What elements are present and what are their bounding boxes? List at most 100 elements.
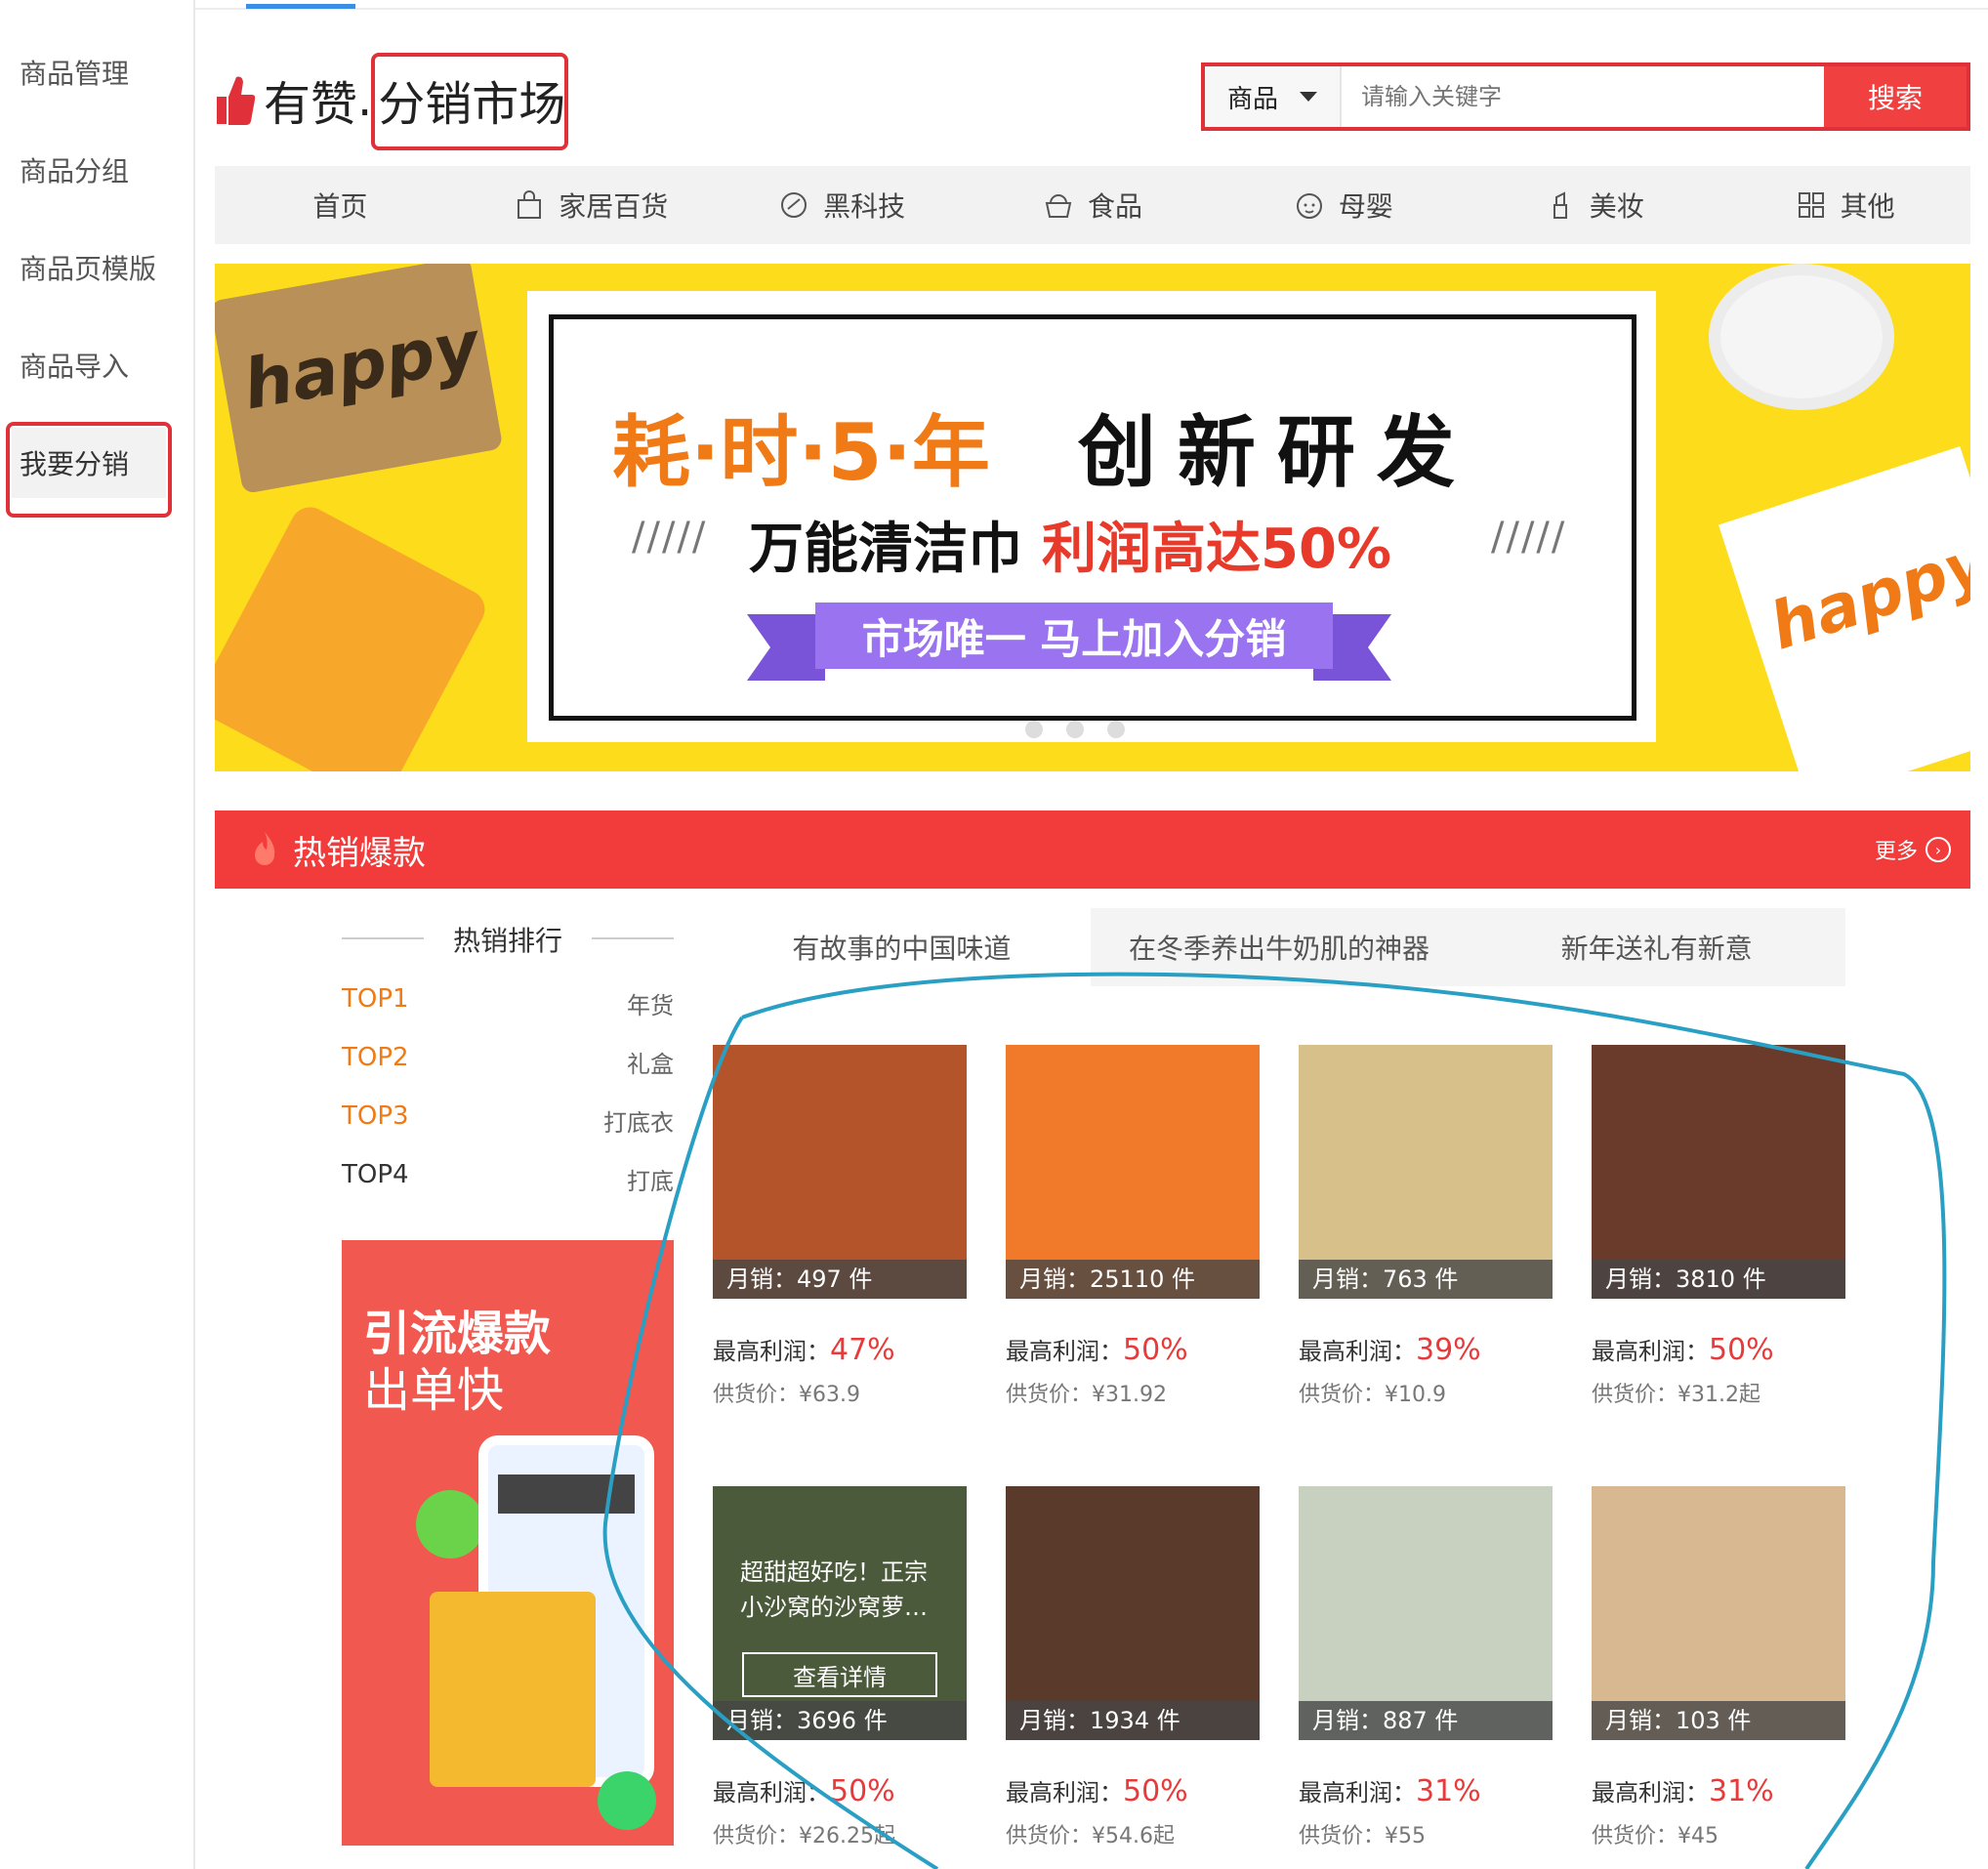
banner-slash-left: ///// [632, 515, 708, 560]
banner-product-name: 万能清洁巾 [749, 518, 1022, 581]
max-profit: 最高利润：50% [1006, 1332, 1260, 1367]
ranking-row[interactable]: TOP4 打底 [342, 1160, 674, 1195]
plate-image [1709, 264, 1894, 410]
ranking-category: 打底衣 [603, 1109, 674, 1137]
promo-banner[interactable]: happy happy 耗·时·5·年 创新研发 ///// 万能清洁巾 利润高达5… [215, 264, 1970, 771]
sidebar-item-product-import[interactable]: 商品导入 [20, 346, 129, 385]
product-card[interactable]: 月销：3810 件 最高利润：50% 供货价：¥31.2起 [1592, 1045, 1845, 1408]
tab-winter-skin[interactable]: 在冬季养出牛奶肌的神器 [1091, 908, 1469, 986]
banner-frame: 耗·时·5·年 创新研发 ///// 万能清洁巾 利润高达50% ///// 市场唯… [549, 314, 1636, 721]
sidebar-item-product-management[interactable]: 商品管理 [20, 53, 129, 92]
max-profit-value: 50% [1123, 1774, 1188, 1808]
search-input[interactable] [1342, 66, 1824, 127]
sidebar-item-page-template[interactable]: 商品页模版 [20, 248, 156, 287]
sidebar: 商品管理 商品分组 商品页模版 商品导入 我要分销 [0, 0, 195, 1869]
product-card[interactable]: 月销：103 件 最高利润：31% 供货价：¥45 [1592, 1486, 1845, 1849]
ranking-title: 热销排行 [453, 925, 563, 957]
max-profit: 最高利润：50% [713, 1773, 967, 1808]
product-image[interactable]: 月销：3810 件 [1592, 1045, 1845, 1299]
carousel-dot[interactable] [1107, 721, 1125, 738]
nav-item-other[interactable]: 其他 [1719, 186, 1970, 225]
supply-price: 供货价：¥10.9 [1299, 1383, 1446, 1407]
product-card[interactable]: 月销：497 件 最高利润：47% 供货价：¥63.9 [713, 1045, 967, 1408]
lipstick-icon [1553, 191, 1567, 219]
promo-card[interactable]: 引流爆款 出单快 [342, 1240, 674, 1846]
hot-section-header: 热销爆款 更多 › [215, 810, 1970, 889]
carousel-dots [1025, 721, 1125, 738]
banner-slash-right: ///// [1491, 515, 1567, 560]
supply-price: 供货价：¥45 [1592, 1824, 1719, 1848]
monthly-sales: 月销：3810 件 [1592, 1260, 1845, 1299]
monthly-sales: 月销：1934 件 [1006, 1701, 1260, 1740]
product-card[interactable]: 超甜超好吃！正宗小沙窝的沙窝萝… 查看详情 月销：3696 件 最高利润：50%… [713, 1486, 967, 1849]
ranking-rank: TOP1 [342, 984, 409, 1014]
product-image[interactable]: 月销：763 件 [1299, 1045, 1553, 1299]
nav-item-label: 食品 [1088, 190, 1143, 223]
search-category-label: 商品 [1226, 84, 1278, 114]
product-image[interactable]: 月销：497 件 [713, 1045, 967, 1299]
product-image[interactable]: 月销：887 件 [1299, 1486, 1553, 1740]
hot-section-title: 热销爆款 [293, 833, 426, 873]
annotation-box-distribution [6, 422, 172, 518]
product-card[interactable]: 月销：1934 件 最高利润：50% 供货价：¥54.6起 [1006, 1486, 1260, 1849]
grid-icon [1798, 192, 1824, 218]
monthly-sales: 月销：25110 件 [1006, 1260, 1260, 1299]
brand-name: 有赞 [264, 77, 358, 132]
search-bar: 商品 搜索 [1201, 62, 1970, 131]
supply-price: 供货价：¥63.9 [713, 1383, 860, 1407]
nav-item-label: 其他 [1840, 190, 1895, 223]
ranking-category: 打底 [627, 1168, 674, 1195]
max-profit: 最高利润：47% [713, 1332, 967, 1367]
ranking-row[interactable]: TOP1 年货 [342, 984, 674, 1019]
tab-chinese-taste[interactable]: 有故事的中国味道 [713, 908, 1091, 986]
basket-icon [1045, 194, 1072, 218]
banner-profit-text: 利润高达50% [1042, 518, 1392, 581]
product-image[interactable]: 超甜超好吃！正宗小沙窝的沙窝萝… 查看详情 月销：3696 件 [713, 1486, 967, 1740]
sidebar-item-product-group[interactable]: 商品分组 [20, 150, 129, 189]
max-profit-label: 最高利润： [1006, 1338, 1123, 1365]
carousel-dot[interactable] [1066, 721, 1084, 738]
nav-item-label: 母婴 [1338, 190, 1393, 223]
monthly-sales: 月销：497 件 [713, 1260, 967, 1299]
nav-item-home[interactable]: 首页 [215, 186, 466, 225]
nav-item-beauty[interactable]: 美妆 [1469, 186, 1719, 225]
nav-item-label: 家居百货 [559, 190, 669, 223]
product-card[interactable]: 月销：763 件 最高利润：39% 供货价：¥10.9 [1299, 1045, 1553, 1408]
search-category-select[interactable]: 商品 [1205, 66, 1342, 127]
monthly-sales: 月销：887 件 [1299, 1701, 1553, 1740]
decor-ball [598, 1771, 656, 1830]
tab-new-year-gift[interactable]: 新年送礼有新意 [1468, 908, 1845, 986]
max-profit-label: 最高利润： [1299, 1779, 1416, 1807]
nav-item-food[interactable]: 食品 [968, 186, 1219, 225]
view-details-button[interactable]: 查看详情 [742, 1652, 937, 1697]
max-profit-value: 50% [1709, 1333, 1774, 1367]
more-label: 更多 [1874, 840, 1918, 864]
search-button[interactable]: 搜索 [1824, 66, 1967, 127]
nav-item-household[interactable]: 家居百货 [466, 186, 717, 225]
carousel-dot[interactable] [1025, 721, 1043, 738]
brand-dot: . [357, 72, 373, 127]
baby-icon [1296, 193, 1322, 219]
ranking-row[interactable]: TOP2 礼盒 [342, 1043, 674, 1078]
product-image[interactable]: 月销：1934 件 [1006, 1486, 1260, 1740]
chevron-right-icon: › [1926, 837, 1951, 862]
more-link[interactable]: 更多 › [1875, 834, 1951, 865]
product-card[interactable]: 月销：887 件 最高利润：31% 供货价：¥55 [1299, 1486, 1553, 1849]
promo-subtitle: 出单快 [363, 1363, 505, 1418]
bag-icon [518, 190, 542, 219]
ranking-rank: TOP3 [342, 1101, 409, 1131]
ranking-row[interactable]: TOP3 打底衣 [342, 1101, 674, 1137]
max-profit-label: 最高利润： [1592, 1779, 1709, 1807]
max-profit-label: 最高利润： [713, 1338, 830, 1365]
product-image[interactable]: 月销：25110 件 [1006, 1045, 1260, 1299]
supply-price: 供货价：¥31.92 [1006, 1383, 1167, 1407]
chevron-down-icon [1300, 92, 1317, 102]
banner-headline-orange: 耗·时·5·年 [612, 407, 990, 498]
max-profit-value: 31% [1709, 1774, 1774, 1808]
nav-item-baby[interactable]: 母婴 [1218, 186, 1469, 225]
product-card[interactable]: 月销：25110 件 最高利润：50% 供货价：¥31.92 [1006, 1045, 1260, 1408]
product-canister-image [215, 500, 492, 771]
product-image[interactable]: 月销：103 件 [1592, 1486, 1845, 1740]
nav-item-tech[interactable]: 黑科技 [717, 186, 968, 225]
max-profit-value: 47% [830, 1333, 895, 1367]
